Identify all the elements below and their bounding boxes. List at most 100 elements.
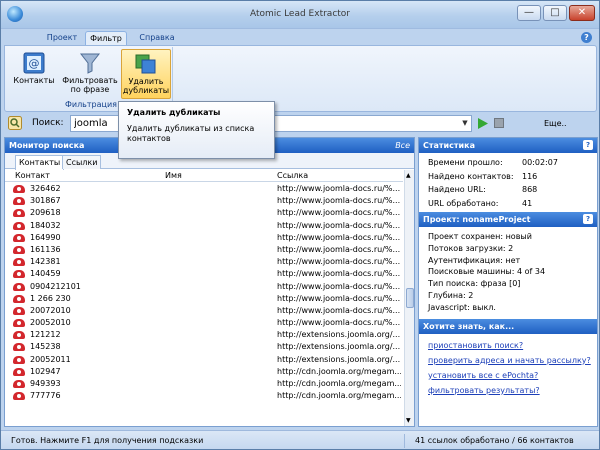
- table-row[interactable]: 164990 http://www.joomla-docs.ru/%...: [5, 232, 403, 244]
- tab-project[interactable]: Проект: [43, 31, 81, 45]
- link-cell: http://www.joomla-docs.ru/%...: [277, 196, 401, 206]
- contact-cell: 164990: [30, 232, 61, 242]
- project-title: Проект: nonameProject: [423, 215, 531, 224]
- status-text: Готов. Нажмите F1 для получения подсказк…: [11, 436, 204, 445]
- phone-icon: [13, 343, 25, 352]
- phone-icon: [13, 270, 25, 279]
- table-row[interactable]: 102947 http://cdn.joomla.org/megam...: [5, 366, 403, 378]
- link-cell: http://www.joomla-docs.ru/%...: [277, 293, 401, 303]
- phone-icon: [13, 355, 25, 364]
- stats-list: Времени прошло: 00:02:07 Найдено контакто…: [419, 153, 597, 210]
- table-row[interactable]: 184032 http://www.joomla-docs.ru/%...: [5, 220, 403, 232]
- more-button[interactable]: Еще..: [544, 119, 567, 128]
- table-row[interactable]: 140459 http://www.joomla-docs.ru/%...: [5, 268, 403, 280]
- contact-cell: 209618: [30, 208, 61, 218]
- link-cell: http://extensions.joomla.org/...: [277, 342, 401, 352]
- phone-icon: [13, 331, 25, 340]
- stop-icon[interactable]: [494, 118, 504, 128]
- link-cell: http://www.joomla-docs.ru/%...: [277, 257, 401, 267]
- table-row[interactable]: 145238 http://extensions.joomla.org/...: [5, 341, 403, 353]
- tab-help[interactable]: Справка: [135, 31, 179, 45]
- contact-cell: 121212: [30, 330, 61, 340]
- monitor-all-button[interactable]: Все: [395, 138, 410, 153]
- table-row[interactable]: 1 266 230 http://www.joomla-docs.ru/%...: [5, 293, 403, 305]
- table-row[interactable]: 209618 http://www.joomla-docs.ru/%...: [5, 207, 403, 219]
- howto-link-epochta[interactable]: установить все с ePochta?: [419, 368, 597, 383]
- filter-button-label-1: Фильтровать: [62, 76, 118, 85]
- dedup-button-label-2: дубликаты: [122, 86, 170, 95]
- tab-filter[interactable]: Фильтр: [85, 31, 127, 45]
- contacts-button[interactable]: @ Контакты: [11, 49, 57, 99]
- table-row[interactable]: 121212 http://extensions.joomla.org/...: [5, 329, 403, 341]
- howto-link-verify[interactable]: проверить адреса и начать рассылку?: [419, 353, 597, 368]
- column-header-name[interactable]: Имя: [165, 171, 182, 180]
- scroll-up-icon[interactable]: ▲: [406, 172, 411, 179]
- search-monitor-panel: Монитор поиска Все Контакты Ссылки Конта…: [4, 137, 415, 427]
- scrollbar-thumb[interactable]: [406, 288, 414, 308]
- contact-cell: 20052010: [30, 318, 71, 328]
- phone-icon: [13, 209, 25, 218]
- howto-title: Хотите знать, как...: [423, 321, 515, 331]
- table-row[interactable]: 142381 http://www.joomla-docs.ru/%...: [5, 256, 403, 268]
- scroll-down-icon[interactable]: ▼: [406, 417, 411, 424]
- table-row[interactable]: 20052011 http://extensions.joomla.org/...: [5, 354, 403, 366]
- play-icon[interactable]: [477, 118, 488, 129]
- tab-links[interactable]: Ссылки: [62, 155, 102, 169]
- contacts-table: 326462 http://www.joomla-docs.ru/%... 3018…: [5, 183, 403, 402]
- table-row[interactable]: 326462 http://www.joomla-docs.ru/%...: [5, 183, 403, 195]
- table-row[interactable]: 20052010 http://www.joomla-docs.ru/%...: [5, 317, 403, 329]
- table-row[interactable]: 777776 http://cdn.joomla.org/megam...: [5, 390, 403, 402]
- link-cell: http://www.joomla-docs.ru/%...: [277, 232, 401, 242]
- remove-duplicates-button[interactable]: Удалить дубликаты: [121, 49, 171, 99]
- contact-cell: 140459: [30, 269, 61, 279]
- contact-cell: 161136: [30, 244, 61, 254]
- vertical-scrollbar[interactable]: ▲ ▼: [404, 170, 414, 426]
- column-header-contact[interactable]: Контакт: [15, 171, 50, 180]
- project-line: Потоков загрузки: 2: [428, 243, 514, 253]
- dedup-button-label-1: Удалить: [128, 77, 164, 86]
- search-bar: Поиск: ▼ Еще..: [4, 114, 597, 134]
- maximize-button[interactable]: □: [543, 5, 567, 21]
- phone-icon: [13, 367, 25, 376]
- project-header: Проект: nonameProject ?: [419, 212, 597, 227]
- howto-header: Хотите знать, как...: [419, 318, 597, 334]
- help-icon[interactable]: ?: [581, 32, 592, 43]
- contact-cell: 1 266 230: [30, 293, 71, 303]
- link-cell: http://www.joomla-docs.ru/%...: [277, 184, 401, 193]
- filter-phrase-button[interactable]: Фильтровать по фразе: [61, 49, 119, 99]
- link-cell: http://cdn.joomla.org/megam...: [277, 391, 401, 401]
- contact-cell: 949393: [30, 379, 61, 388]
- contact-cell: 0904212101: [30, 281, 81, 291]
- table-row[interactable]: 20072010 http://www.joomla-docs.ru/%...: [5, 305, 403, 317]
- contact-cell: 777776: [30, 391, 61, 401]
- howto-link-filter[interactable]: фильтровать результаты?: [419, 383, 597, 398]
- tooltip: Удалить дубликаты Удалить дубликаты из с…: [118, 101, 275, 159]
- status-progress: 41 ссылок обработано / 66 контактов: [415, 436, 574, 445]
- table-row[interactable]: 949393 http://cdn.joomla.org/megam...: [5, 378, 403, 390]
- project-help-icon[interactable]: ?: [583, 214, 593, 224]
- project-line: Аутентификация: нет: [428, 255, 521, 265]
- phone-icon: [13, 258, 25, 267]
- link-cell: http://www.joomla-docs.ru/%...: [277, 220, 401, 230]
- chevron-down-icon[interactable]: ▼: [460, 117, 470, 130]
- window-title: Atomic Lead Extractor: [249, 9, 351, 19]
- search-options-icon[interactable]: [8, 116, 22, 130]
- phone-icon: [13, 185, 25, 193]
- title-bar[interactable]: Atomic Lead Extractor — □ ✕: [1, 1, 599, 29]
- tab-contacts[interactable]: Контакты: [15, 155, 65, 170]
- phone-icon: [13, 233, 25, 242]
- link-cell: http://extensions.joomla.org/...: [277, 330, 401, 340]
- stats-help-icon[interactable]: ?: [583, 140, 593, 150]
- phone-icon: [13, 306, 25, 315]
- close-button[interactable]: ✕: [569, 5, 595, 21]
- minimize-button[interactable]: —: [517, 5, 541, 21]
- project-line: Поисковые машины: 4 of 34: [428, 267, 546, 277]
- table-row[interactable]: 0904212101 http://www.joomla-docs.ru/%...: [5, 281, 403, 293]
- phone-icon: [13, 319, 25, 328]
- table-row[interactable]: 301867 http://www.joomla-docs.ru/%...: [5, 195, 403, 207]
- column-header-link[interactable]: Ссылка: [277, 171, 308, 180]
- link-cell: http://www.joomla-docs.ru/%...: [277, 318, 401, 328]
- howto-link-pause[interactable]: приостановить поиск?: [419, 338, 597, 353]
- table-row[interactable]: 161136 http://www.joomla-docs.ru/%...: [5, 244, 403, 256]
- contact-cell: 142381: [30, 257, 61, 267]
